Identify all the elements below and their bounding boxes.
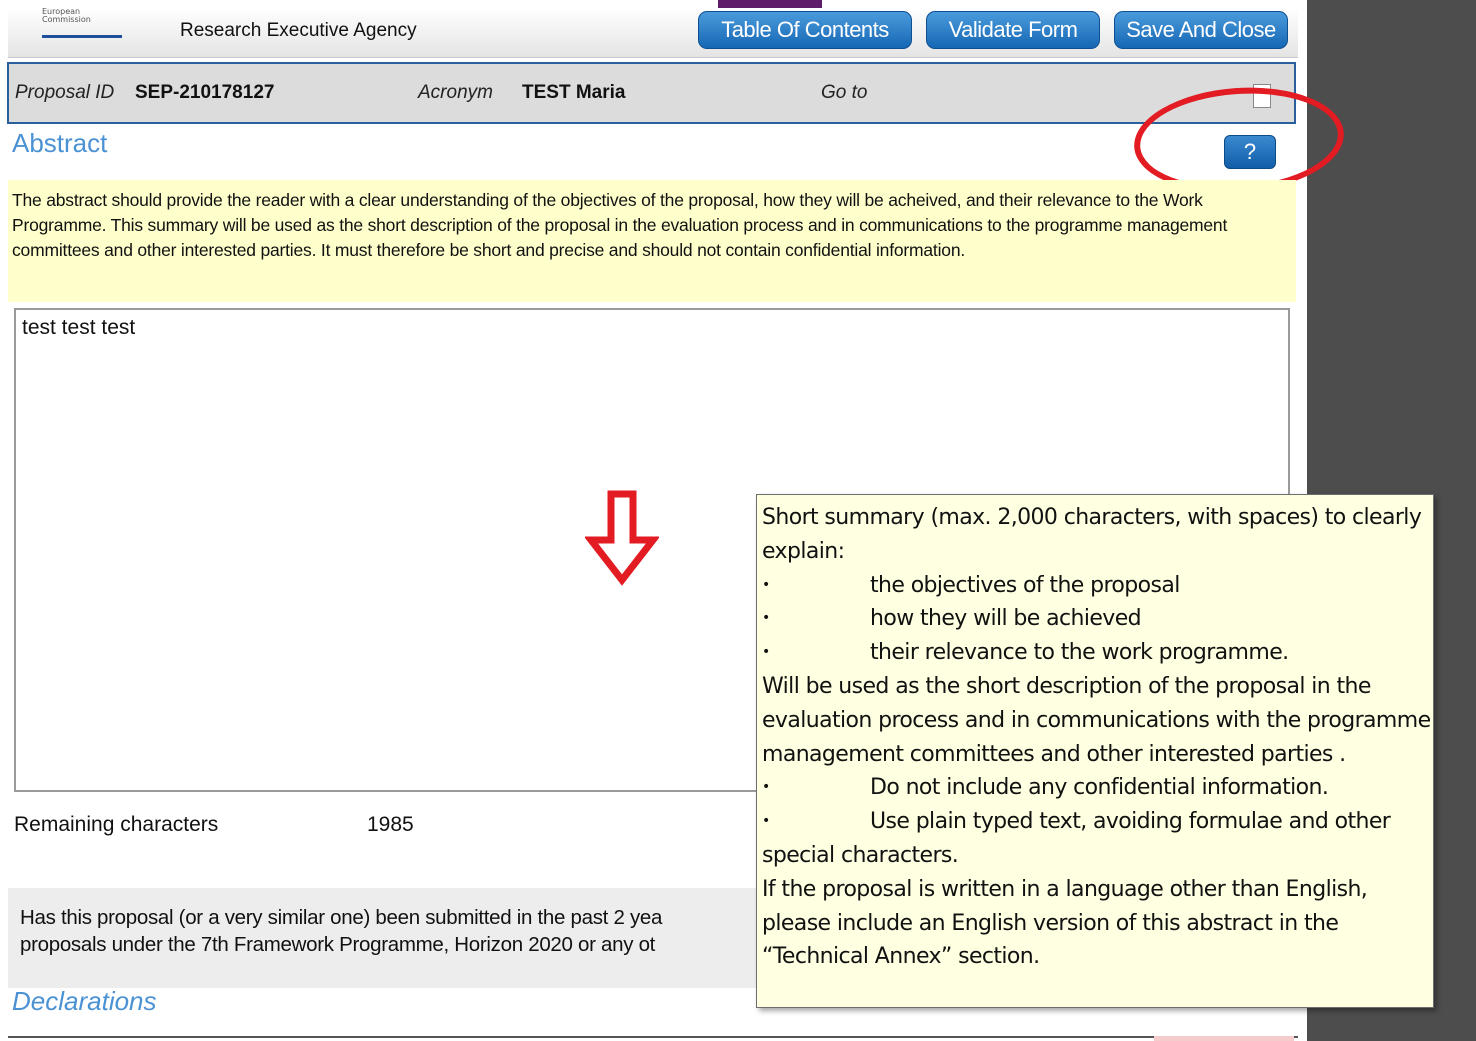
tooltip-bullet: how they will be achieved	[762, 602, 1433, 636]
active-tab-accent	[718, 0, 822, 8]
tooltip-intro: Short summary (max. 2,000 characters, wi…	[762, 505, 1422, 564]
agency-name: Research Executive Agency	[180, 20, 417, 41]
tooltip-language-note: If the proposal is written in a language…	[762, 876, 1368, 970]
goto-label: Go to	[821, 82, 868, 103]
save-and-close-button[interactable]: Save And Close	[1114, 11, 1288, 49]
next-section-highlight	[1154, 1036, 1294, 1041]
remaining-characters-value: 1985	[367, 813, 414, 836]
acronym-label: Acronym	[418, 82, 493, 103]
tooltip-bullet: Use plain typed text, avoiding formulae …	[762, 805, 1433, 839]
proposal-id-value: SEP-210178127	[135, 82, 275, 103]
declarations-title: Declarations	[12, 986, 157, 1016]
validate-form-button[interactable]: Validate Form	[926, 11, 1100, 49]
header-bar: European Commission Research Executive A…	[8, 8, 1298, 58]
proposal-info-bar: Proposal ID SEP-210178127 Acronym TEST M…	[7, 62, 1296, 124]
red-down-arrow-icon	[585, 490, 659, 586]
tooltip-bullet: the objectives of the proposal	[762, 569, 1433, 603]
proposal-id-label: Proposal ID	[15, 82, 115, 103]
tooltip-bullet-continuation: special characters.	[762, 842, 959, 868]
tooltip-usage: Will be used as the short description of…	[762, 673, 1431, 767]
next-section-border	[8, 1036, 1298, 1041]
tooltip-bullet: Do not include any confidential informat…	[762, 771, 1433, 805]
table-of-contents-button[interactable]: Table Of Contents	[698, 11, 912, 49]
instructions-text: The abstract should provide the reader w…	[8, 180, 1296, 302]
section-title: Abstract	[12, 128, 108, 158]
tooltip-bullet: their relevance to the work programme.	[762, 636, 1433, 670]
ec-logo: European Commission	[42, 8, 122, 38]
acronym-value: TEST Maria	[522, 82, 626, 103]
remaining-characters-label: Remaining characters	[14, 813, 219, 836]
help-tooltip: Short summary (max. 2,000 characters, wi…	[756, 494, 1434, 1008]
